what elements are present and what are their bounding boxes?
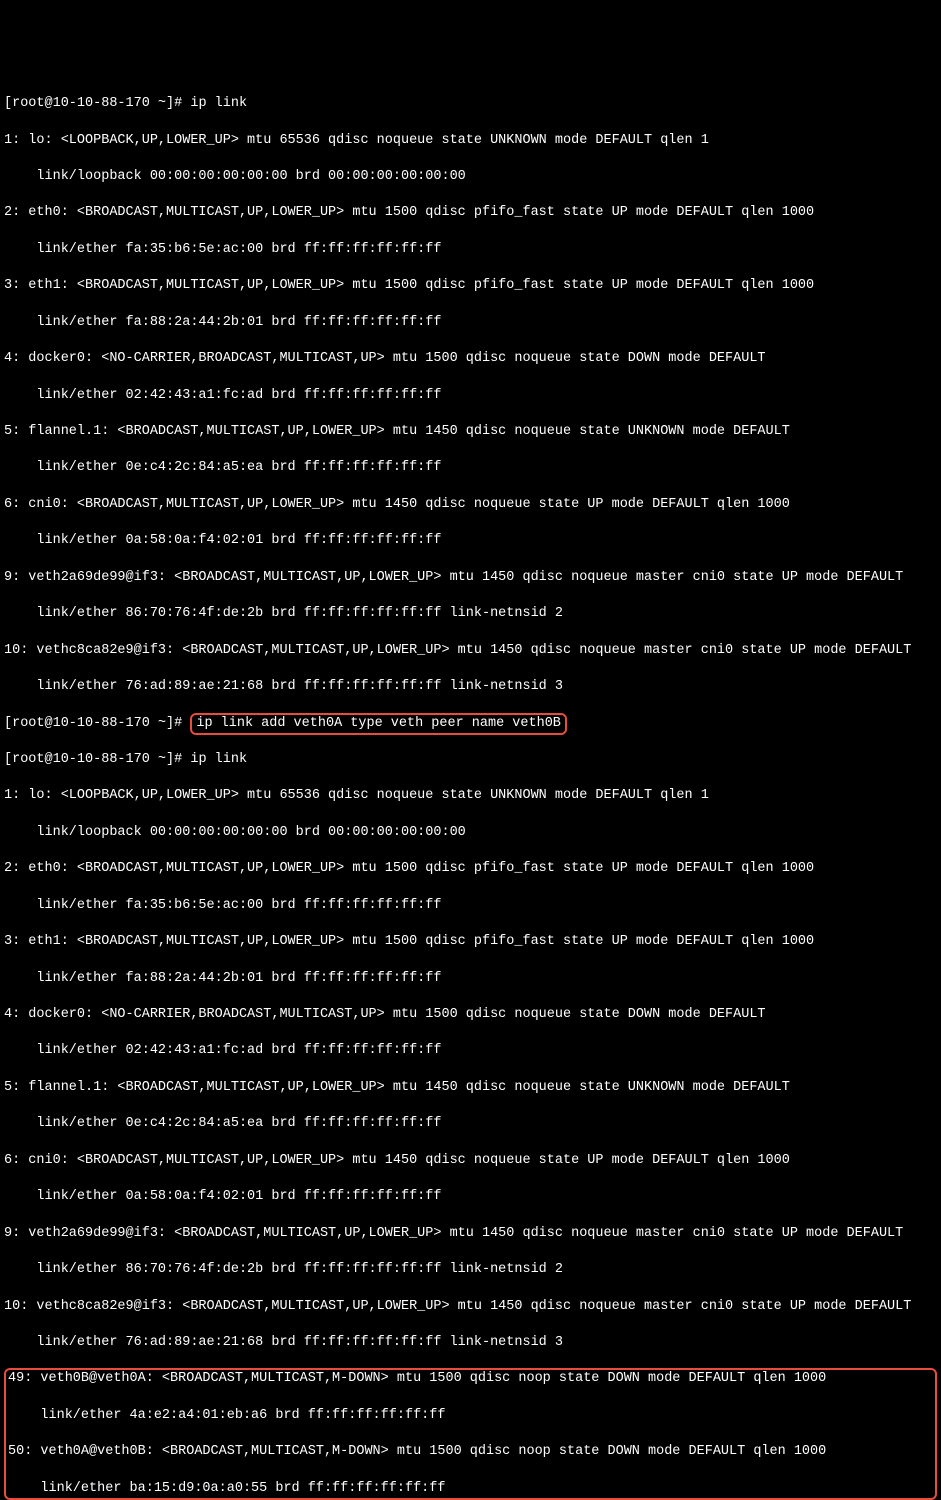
terminal-line: link/ether 76:ad:89:ae:21:68 brd ff:ff:f…	[4, 1334, 937, 1352]
terminal-line: 4: docker0: <NO-CARRIER,BROADCAST,MULTIC…	[4, 1006, 937, 1024]
terminal-line: link/ether fa:35:b6:5e:ac:00 brd ff:ff:f…	[4, 241, 937, 259]
terminal-line: [root@10-10-88-170 ~]# ip link	[4, 95, 937, 113]
shell-prompt: [root@10-10-88-170 ~]#	[4, 752, 190, 767]
terminal-line: 50: veth0A@veth0B: <BROADCAST,MULTICAST,…	[8, 1443, 933, 1461]
terminal-line: 4: docker0: <NO-CARRIER,BROADCAST,MULTIC…	[4, 350, 937, 368]
terminal-line: 6: cni0: <BROADCAST,MULTICAST,UP,LOWER_U…	[4, 496, 937, 514]
shell-prompt: [root@10-10-88-170 ~]#	[4, 96, 190, 111]
terminal-line: 2: eth0: <BROADCAST,MULTICAST,UP,LOWER_U…	[4, 204, 937, 222]
terminal-line: 5: flannel.1: <BROADCAST,MULTICAST,UP,LO…	[4, 423, 937, 441]
terminal-line: 10: vethc8ca82e9@if3: <BROADCAST,MULTICA…	[4, 1298, 937, 1316]
terminal-line: [root@10-10-88-170 ~]# ip link	[4, 751, 937, 769]
terminal-line: link/ether fa:88:2a:44:2b:01 brd ff:ff:f…	[4, 970, 937, 988]
terminal-line: 9: veth2a69de99@if3: <BROADCAST,MULTICAS…	[4, 1225, 937, 1243]
terminal-line: link/ether 0a:58:0a:f4:02:01 brd ff:ff:f…	[4, 1188, 937, 1206]
terminal-line: link/ether 02:42:43:a1:fc:ad brd ff:ff:f…	[4, 387, 937, 405]
terminal-line: link/ether 0e:c4:2c:84:a5:ea brd ff:ff:f…	[4, 1115, 937, 1133]
terminal-line: link/loopback 00:00:00:00:00:00 brd 00:0…	[4, 168, 937, 186]
terminal-line: 2: eth0: <BROADCAST,MULTICAST,UP,LOWER_U…	[4, 860, 937, 878]
terminal-line: link/ether 0e:c4:2c:84:a5:ea brd ff:ff:f…	[4, 459, 937, 477]
terminal-line: 1: lo: <LOOPBACK,UP,LOWER_UP> mtu 65536 …	[4, 132, 937, 150]
terminal-line: 3: eth1: <BROADCAST,MULTICAST,UP,LOWER_U…	[4, 933, 937, 951]
terminal-line: link/ether 86:70:76:4f:de:2b brd ff:ff:f…	[4, 605, 937, 623]
terminal-line: [root@10-10-88-170 ~]# ip link add veth0…	[4, 715, 937, 733]
terminal-line: link/ether 02:42:43:a1:fc:ad brd ff:ff:f…	[4, 1042, 937, 1060]
terminal-line: link/ether fa:35:b6:5e:ac:00 brd ff:ff:f…	[4, 897, 937, 915]
terminal-line: link/ether 76:ad:89:ae:21:68 brd ff:ff:f…	[4, 678, 937, 696]
terminal-line: 1: lo: <LOOPBACK,UP,LOWER_UP> mtu 65536 …	[4, 787, 937, 805]
highlighted-output-block: 49: veth0B@veth0A: <BROADCAST,MULTICAST,…	[4, 1368, 937, 1500]
terminal-line: 49: veth0B@veth0A: <BROADCAST,MULTICAST,…	[8, 1370, 933, 1388]
terminal-line: link/ether 0a:58:0a:f4:02:01 brd ff:ff:f…	[4, 532, 937, 550]
terminal-line: link/ether 86:70:76:4f:de:2b brd ff:ff:f…	[4, 1261, 937, 1279]
highlighted-command: ip link add veth0A type veth peer name v…	[190, 713, 567, 735]
command-text: ip link	[190, 752, 247, 767]
terminal-line: 9: veth2a69de99@if3: <BROADCAST,MULTICAS…	[4, 569, 937, 587]
command-text: ip link	[190, 96, 247, 111]
terminal-line: 6: cni0: <BROADCAST,MULTICAST,UP,LOWER_U…	[4, 1152, 937, 1170]
shell-prompt: [root@10-10-88-170 ~]#	[4, 716, 190, 731]
terminal-line: link/ether fa:88:2a:44:2b:01 brd ff:ff:f…	[4, 314, 937, 332]
terminal-line: link/ether ba:15:d9:0a:a0:55 brd ff:ff:f…	[8, 1480, 933, 1498]
terminal-output[interactable]: [root@10-10-88-170 ~]# ip link 1: lo: <L…	[4, 77, 937, 1500]
terminal-line: 5: flannel.1: <BROADCAST,MULTICAST,UP,LO…	[4, 1079, 937, 1097]
terminal-line: 3: eth1: <BROADCAST,MULTICAST,UP,LOWER_U…	[4, 277, 937, 295]
terminal-line: 10: vethc8ca82e9@if3: <BROADCAST,MULTICA…	[4, 642, 937, 660]
terminal-line: link/loopback 00:00:00:00:00:00 brd 00:0…	[4, 824, 937, 842]
terminal-line: link/ether 4a:e2:a4:01:eb:a6 brd ff:ff:f…	[8, 1407, 933, 1425]
